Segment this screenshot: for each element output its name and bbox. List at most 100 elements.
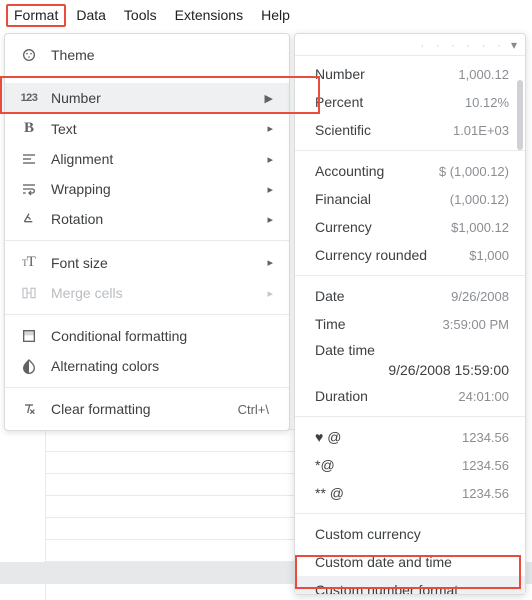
menu-item-number[interactable]: 123 Number ▶ — [5, 83, 289, 113]
keyboard-shortcut: Ctrl+\ — [238, 402, 269, 417]
number-icon: 123 — [19, 92, 39, 104]
menu-item-alignment[interactable]: Alignment ▸ — [5, 144, 289, 174]
menu-help[interactable]: Help — [253, 4, 298, 27]
menu-item-rotation[interactable]: Rotation ▸ — [5, 204, 289, 234]
separator — [295, 150, 525, 151]
theme-icon — [19, 47, 39, 63]
submenu-example: $1,000 — [469, 248, 509, 263]
align-icon — [19, 151, 39, 167]
menu-item-conditional-formatting[interactable]: Conditional formatting — [5, 321, 289, 351]
menu-item-theme[interactable]: Theme — [5, 40, 289, 70]
submenu-arrow-icon: ▶ — [265, 92, 273, 105]
submenu-example: (1,000.12) — [450, 192, 509, 207]
menu-item-label: Font size — [51, 255, 255, 271]
separator — [295, 513, 525, 514]
separator — [5, 387, 289, 388]
submenu-arrow-icon: ▸ — [267, 287, 273, 300]
conditional-formatting-icon — [19, 328, 39, 344]
submenu-item-accounting[interactable]: Accounting $ (1,000.12) — [295, 157, 525, 185]
submenu-example: 9/26/2008 15:59:00 — [388, 362, 509, 378]
submenu-item-token-heart[interactable]: ♥ @ 1234.56 — [295, 423, 525, 451]
separator — [5, 240, 289, 241]
menu-item-clear-formatting[interactable]: Clear formatting Ctrl+\ — [5, 394, 289, 424]
format-dropdown: Theme 123 Number ▶ B Text ▸ Alignment ▸ … — [4, 33, 290, 431]
submenu-item-custom-number-format[interactable]: Custom number format — [295, 576, 525, 594]
menu-format[interactable]: Format — [6, 4, 66, 27]
clear-formatting-icon — [19, 401, 39, 417]
submenu-arrow-icon: ▸ — [267, 122, 273, 135]
menu-item-label: Alignment — [51, 151, 255, 167]
menu-item-label: Merge cells — [51, 285, 255, 301]
submenu-label: ** @ — [315, 485, 344, 501]
submenu-example: 10.12% — [465, 95, 509, 110]
submenu-item-token-doublestar[interactable]: ** @ 1234.56 — [295, 479, 525, 507]
submenu-arrow-icon: ▸ — [267, 183, 273, 196]
wrap-icon — [19, 181, 39, 197]
submenu-label: Financial — [315, 191, 371, 207]
submenu-item-custom-date-time[interactable]: Custom date and time — [295, 548, 525, 576]
submenu-arrow-icon: ▸ — [267, 213, 273, 226]
overflow-toolbar-icons: · · · · · · — [420, 38, 505, 52]
alternating-colors-icon — [19, 358, 39, 374]
menu-tools[interactable]: Tools — [116, 4, 165, 27]
submenu-example: 1234.56 — [462, 458, 509, 473]
menu-item-label: Theme — [51, 47, 275, 63]
rotation-icon — [19, 211, 39, 227]
menu-extensions[interactable]: Extensions — [167, 4, 251, 27]
submenu-item-custom-currency[interactable]: Custom currency — [295, 520, 525, 548]
submenu-example: 9/26/2008 — [451, 289, 509, 304]
menu-item-wrapping[interactable]: Wrapping ▸ — [5, 174, 289, 204]
submenu-label: ♥ @ — [315, 429, 341, 445]
submenu-arrow-icon: ▸ — [267, 256, 273, 269]
menu-item-label: Wrapping — [51, 181, 255, 197]
submenu-label: Currency rounded — [315, 247, 427, 263]
submenu-label: Custom currency — [315, 526, 509, 542]
separator — [5, 76, 289, 77]
menu-item-merge-cells: Merge cells ▸ — [5, 278, 289, 308]
toolbar-overflow-strip: · · · · · · ▾ — [295, 34, 525, 56]
submenu-item-number[interactable]: Number 1,000.12 — [295, 60, 525, 88]
submenu-example: 1,000.12 — [458, 67, 509, 82]
submenu-label: Custom number format — [315, 582, 509, 594]
submenu-item-date[interactable]: Date 9/26/2008 — [295, 282, 525, 310]
menu-item-font-size[interactable]: TT Font size ▸ — [5, 247, 289, 278]
submenu-label: Time — [315, 316, 346, 332]
submenu-example: $1,000.12 — [451, 220, 509, 235]
submenu-example: 1.01E+03 — [453, 123, 509, 138]
menu-item-label: Conditional formatting — [51, 328, 275, 344]
submenu-label: Duration — [315, 388, 368, 404]
separator — [295, 275, 525, 276]
chevron-up-icon[interactable]: ▾ — [511, 38, 517, 52]
number-submenu: · · · · · · ▾ Number 1,000.12 Percent 10… — [294, 33, 526, 595]
submenu-item-scientific[interactable]: Scientific 1.01E+03 — [295, 116, 525, 144]
menu-item-text[interactable]: B Text ▸ — [5, 113, 289, 144]
separator — [295, 416, 525, 417]
submenu-example: 24:01:00 — [458, 389, 509, 404]
vertical-scrollbar[interactable] — [517, 80, 523, 150]
submenu-label: Date time — [315, 342, 375, 358]
submenu-item-token-star[interactable]: *@ 1234.56 — [295, 451, 525, 479]
menu-item-alternating-colors[interactable]: Alternating colors — [5, 351, 289, 381]
submenu-item-percent[interactable]: Percent 10.12% — [295, 88, 525, 116]
submenu-item-financial[interactable]: Financial (1,000.12) — [295, 185, 525, 213]
submenu-example: 3:59:00 PM — [443, 317, 510, 332]
submenu-arrow-icon: ▸ — [267, 153, 273, 166]
menu-item-label: Rotation — [51, 211, 255, 227]
menu-item-label: Text — [51, 121, 255, 137]
submenu-label: *@ — [315, 457, 335, 473]
bold-icon: B — [19, 120, 39, 137]
menu-item-label: Alternating colors — [51, 358, 275, 374]
submenu-label: Custom date and time — [315, 554, 509, 570]
submenu-item-date-time[interactable]: Date time 9/26/2008 15:59:00 — [295, 338, 525, 382]
submenu-item-time[interactable]: Time 3:59:00 PM — [295, 310, 525, 338]
font-size-icon: TT — [19, 254, 39, 271]
submenu-label: Percent — [315, 94, 363, 110]
separator — [5, 314, 289, 315]
submenu-label: Scientific — [315, 122, 371, 138]
submenu-example: 1234.56 — [462, 430, 509, 445]
submenu-item-duration[interactable]: Duration 24:01:00 — [295, 382, 525, 410]
menu-data[interactable]: Data — [68, 4, 114, 27]
submenu-item-currency[interactable]: Currency $1,000.12 — [295, 213, 525, 241]
submenu-item-currency-rounded[interactable]: Currency rounded $1,000 — [295, 241, 525, 269]
menu-item-label: Number — [51, 90, 253, 106]
